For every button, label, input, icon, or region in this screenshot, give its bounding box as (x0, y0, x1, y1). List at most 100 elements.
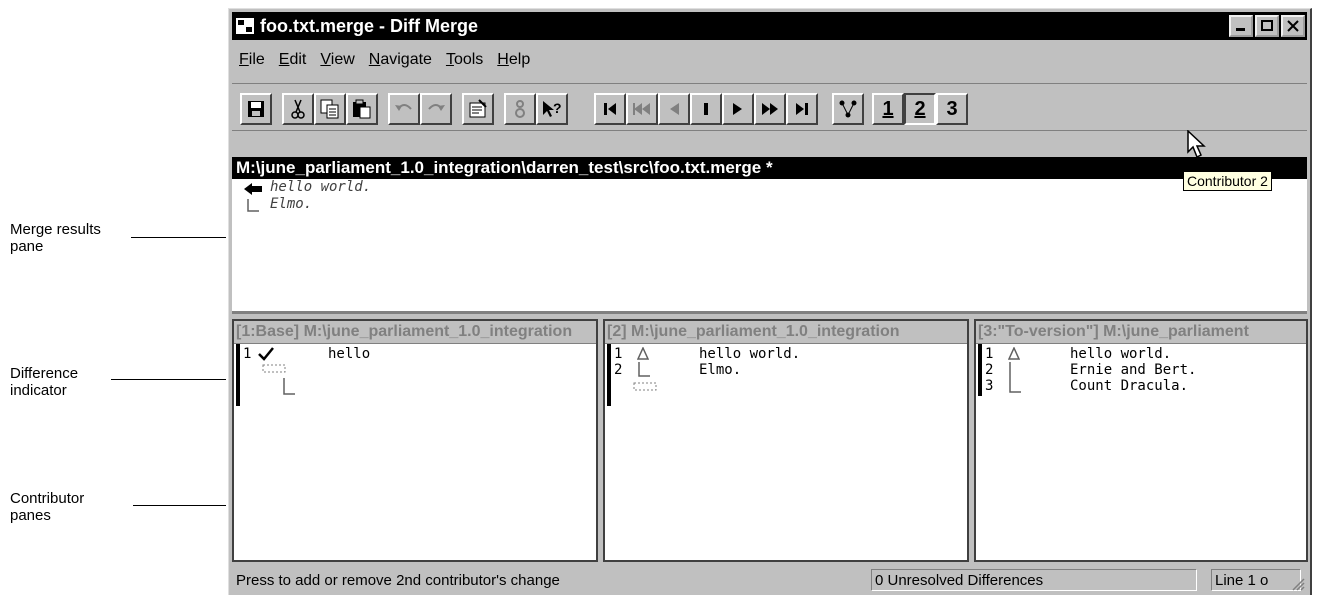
redo-icon (428, 104, 445, 111)
status-message: Press to add or remove 2nd contributor's… (236, 572, 560, 589)
properties-button[interactable] (462, 93, 494, 125)
title-bar: foo.txt.merge - Diff Merge (232, 12, 1307, 40)
line-number: 3 (985, 378, 994, 394)
contributor-3-button[interactable]: 3 (936, 93, 968, 125)
diff-merge-app-icon (236, 18, 254, 34)
callout-difference-indicator: Difference indicator (10, 365, 79, 399)
line-number: 1 (614, 346, 623, 362)
merge-tree-button[interactable] (832, 93, 864, 125)
toolbar: ? 1 2 3 (232, 83, 1307, 131)
status-bar: Press to add or remove 2nd contributor's… (232, 567, 1307, 593)
line-position: Line 1 o (1211, 569, 1301, 591)
line-number: 2 (985, 362, 994, 378)
contributor-2-button[interactable]: 2 (904, 93, 936, 125)
menu-tools[interactable]: Tools (446, 51, 483, 69)
close-icon (1287, 20, 1299, 32)
paste-button[interactable] (346, 93, 378, 125)
current-icon (704, 103, 708, 115)
double-left-icon (633, 103, 650, 115)
next-conflict-button[interactable] (754, 93, 786, 125)
minimize-button[interactable] (1229, 15, 1253, 37)
callout-contributor-panes: Contributor panes (10, 490, 85, 524)
corner-marker-icon (1009, 378, 1021, 393)
line-text: hello (328, 346, 371, 362)
empty-block-icon (633, 382, 657, 391)
copy-button[interactable] (314, 93, 346, 125)
line-text: hello world. (699, 346, 801, 362)
corner-marker-icon (638, 362, 650, 377)
corner-marker-icon (283, 378, 295, 395)
left-icon (670, 103, 679, 115)
line-text: hello world. (1070, 346, 1172, 362)
difference-indicator-bar (236, 344, 240, 406)
save-icon (248, 101, 264, 117)
merge-results-pane[interactable]: hello world. Elmo. (232, 179, 1307, 314)
callout-merge-results: Merge results pane (10, 221, 101, 255)
check-icon (258, 347, 274, 361)
menu-view[interactable]: View (320, 51, 354, 69)
delta-icon (1008, 347, 1020, 360)
copy-icon (320, 99, 339, 119)
empty-block-icon (262, 364, 286, 373)
next-difference-button[interactable] (722, 93, 754, 125)
first-difference-button[interactable] (594, 93, 626, 125)
line-text: Ernie and Bert. (1070, 362, 1197, 378)
help-pointer-icon: ? (543, 100, 562, 117)
menu-file[interactable]: File (239, 51, 265, 69)
double-right-icon (762, 103, 778, 115)
delta-icon (637, 347, 649, 360)
resolved-arrow-icon (244, 183, 262, 195)
context-help-button[interactable]: ? (536, 93, 568, 125)
previous-difference-button[interactable] (658, 93, 690, 125)
previous-conflict-button[interactable] (626, 93, 658, 125)
close-button[interactable] (1281, 15, 1305, 37)
menu-edit[interactable]: Edit (279, 51, 307, 69)
merge-tree-icon (839, 100, 857, 118)
last-icon (796, 103, 808, 115)
diff-merge-window: foo.txt.merge - Diff Merge File Edit Vie… (228, 8, 1312, 595)
mouse-pointer-icon (1187, 130, 1206, 159)
maximize-button[interactable] (1255, 15, 1279, 37)
current-difference-button[interactable] (690, 93, 722, 125)
contributor-pane-1[interactable]: [1:Base] M:\june_parliament_1.0_integrat… (232, 319, 598, 562)
merge-line-1: hello world. (270, 179, 372, 195)
contributor-pane-3[interactable]: [3:"To-version"] M:\june_parliament 1 he… (974, 319, 1308, 562)
undo-button[interactable] (388, 93, 420, 125)
unresolved-count: 0 Unresolved Differences (871, 569, 1197, 591)
contributor-1-button[interactable]: 1 (872, 93, 904, 125)
svg-text:?: ? (553, 100, 562, 116)
gears-icon (515, 100, 525, 118)
scissors-icon (291, 99, 305, 119)
merge-line-2: Elmo. (270, 196, 313, 212)
contributor-pane-2[interactable]: [2] M:\june_parliament_1.0_integration 1… (603, 319, 969, 562)
contributor-1-header: [1:Base] M:\june_parliament_1.0_integrat… (234, 321, 596, 344)
line-text: Count Dracula. (1070, 378, 1189, 394)
last-difference-button[interactable] (786, 93, 818, 125)
contributor-2-header: [2] M:\june_parliament_1.0_integration (605, 321, 967, 344)
contributor-2-tooltip: Contributor 2 (1183, 171, 1272, 191)
cut-button[interactable] (282, 93, 314, 125)
difference-indicator-bar (607, 344, 611, 406)
resize-grip-icon (1292, 578, 1305, 591)
difference-indicator-bar (978, 344, 982, 396)
redo-button[interactable] (420, 93, 452, 125)
line-number: 1 (985, 346, 994, 362)
bar-marker-icon (1009, 362, 1011, 378)
save-button[interactable] (240, 93, 272, 125)
line-number: 1 (243, 346, 252, 362)
menu-help[interactable]: Help (497, 51, 530, 69)
line-text: Elmo. (699, 362, 742, 378)
menu-bar: File Edit View Navigate Tools Help (239, 51, 530, 69)
merge-results-path: M:\june_parliament_1.0_integration\darre… (232, 157, 1307, 179)
right-icon (733, 103, 742, 115)
properties-icon (469, 99, 487, 118)
leader-contributor-panes (133, 505, 226, 506)
undo-icon (395, 104, 412, 111)
line-number: 2 (614, 362, 623, 378)
maximize-icon (1261, 20, 1273, 31)
paste-icon (353, 99, 371, 119)
minimize-icon (1236, 28, 1245, 31)
menu-navigate[interactable]: Navigate (369, 51, 432, 69)
merge-options-button[interactable] (504, 93, 536, 125)
window-title: foo.txt.merge - Diff Merge (260, 15, 479, 36)
